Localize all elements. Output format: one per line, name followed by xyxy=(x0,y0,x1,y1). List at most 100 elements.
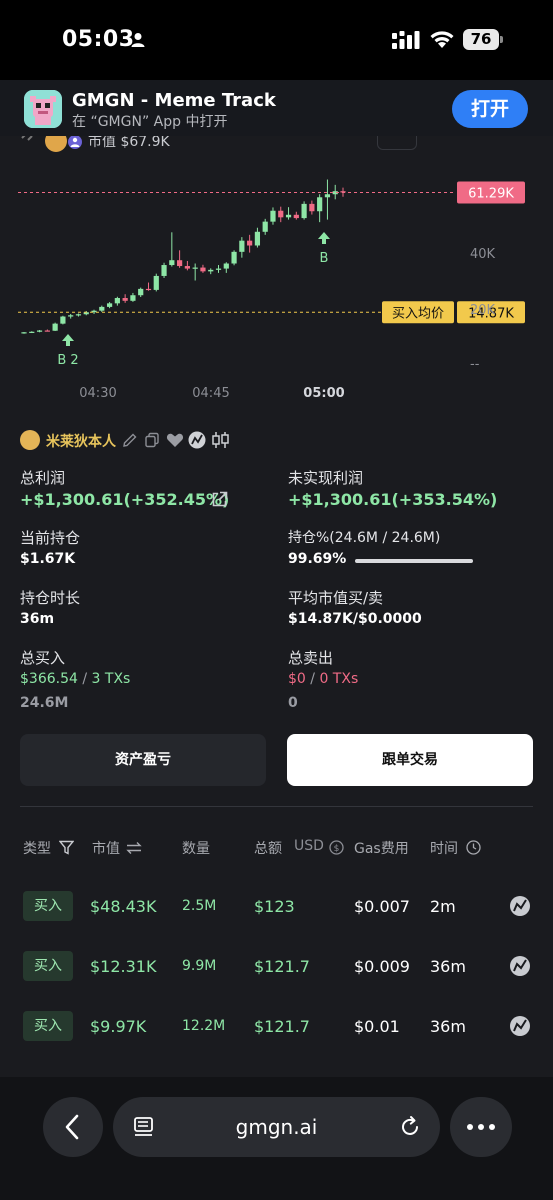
trade-type-badge: 买入 xyxy=(23,1011,73,1041)
market-cap-label: 市值 $67.9K xyxy=(88,136,170,150)
svg-text:$: $ xyxy=(334,844,340,854)
battery-nub xyxy=(500,36,503,43)
gmgn-link-icon[interactable] xyxy=(188,431,206,449)
current-holding-value: $1.67K xyxy=(20,551,76,567)
candle-body xyxy=(239,240,245,252)
total-buy-amount: $366.54 xyxy=(20,671,78,687)
avg-buy-label-text: 买入均价 xyxy=(392,306,444,321)
copy-icon[interactable] xyxy=(20,136,38,148)
total-buy-txs: 3 TXs xyxy=(91,671,131,687)
more-dots-icon xyxy=(467,1124,495,1130)
candle-body xyxy=(247,240,253,246)
total-sell-qty: 0 xyxy=(288,695,298,711)
candle-body xyxy=(122,298,128,301)
y-tick-label: 20K xyxy=(470,303,496,318)
status-time: 05:03 xyxy=(62,27,135,52)
row-gas: $0.007 xyxy=(354,897,410,916)
candle-body xyxy=(68,315,74,317)
candle-body xyxy=(278,210,284,218)
price-chart[interactable]: 61.29K买入均价 14.87K40K20K--04:30 04:45 05:00B… xyxy=(0,166,553,416)
total-buy-qty: 24.6M xyxy=(20,695,69,711)
col-header-qty: 数量 xyxy=(182,841,210,857)
row-qty: 12.2M xyxy=(182,1018,226,1034)
section-divider xyxy=(20,806,533,807)
share-icon[interactable] xyxy=(211,491,228,508)
filter-icon[interactable] xyxy=(59,840,74,855)
row-time: 36m xyxy=(430,1017,466,1036)
candle-body xyxy=(106,303,113,307)
pnl-button[interactable]: 资产盈亏 xyxy=(20,734,266,786)
candle-body xyxy=(184,266,190,269)
candle-body xyxy=(309,203,315,212)
table-row[interactable]: 买入 $9.97K 12.2M $121.7 $0.01 36m xyxy=(0,1007,553,1047)
gmgn-tx-link-icon[interactable] xyxy=(509,955,531,977)
avg-mcap-value: $14.87K/$0.0000 xyxy=(288,611,422,627)
app-banner[interactable]: GMGN - Meme Track 在 “GMGN” App 中打开 打开 xyxy=(0,80,553,136)
candle-body xyxy=(208,269,214,272)
person-icon xyxy=(131,33,145,47)
candle-body xyxy=(130,295,136,301)
clock-icon[interactable] xyxy=(466,840,481,855)
row-qty: 2.5M xyxy=(182,898,217,914)
candle-body xyxy=(75,314,82,316)
current-price-tag-text: 61.29K xyxy=(468,186,514,201)
candle-body xyxy=(324,194,331,198)
wallet-owner-row: 米莱狄本人 xyxy=(20,429,540,451)
total-buy-summary: $366.54 / 3 TXs xyxy=(20,671,130,687)
browser-toolbar: gmgn.ai xyxy=(0,1077,553,1200)
favorite-heart-icon[interactable] xyxy=(166,432,184,448)
reload-icon[interactable] xyxy=(398,1115,422,1139)
candle-body xyxy=(169,260,175,266)
total-sell-amount: $0 xyxy=(288,671,306,687)
status-bar: 05:03 76 xyxy=(0,0,553,80)
address-bar[interactable]: gmgn.ai xyxy=(113,1097,440,1157)
candle-body xyxy=(44,330,50,332)
col-header-mcap[interactable]: 市值 xyxy=(92,838,120,858)
candle-body xyxy=(60,316,66,324)
dev-icon xyxy=(68,136,82,149)
x-tick-label: 05:00 xyxy=(303,386,344,401)
candlestick-icon[interactable] xyxy=(211,431,231,449)
total-sell-summary: $0 / 0 TXs xyxy=(288,671,358,687)
candle-body xyxy=(153,275,159,290)
candle-body xyxy=(293,214,299,219)
url-text: gmgn.ai xyxy=(235,1115,318,1139)
buy-marker-arrow xyxy=(318,232,330,244)
unrealized-profit-value: +$1,300.61(+353.54%) xyxy=(288,490,498,509)
table-row[interactable]: 买入 $12.31K 9.9M $121.7 $0.009 36m xyxy=(0,947,553,987)
currency-toggle-icon[interactable]: $ xyxy=(329,840,344,855)
row-gas: $0.009 xyxy=(354,957,410,976)
x-tick-label: 04:30 xyxy=(79,386,116,401)
holding-pct-label: 持仓%(24.6M / 24.6M) xyxy=(288,530,441,546)
row-total: $121.7 xyxy=(254,957,310,976)
col-header-usd[interactable]: USD xyxy=(294,838,324,854)
holding-pct-bar xyxy=(355,559,473,563)
total-sell-separator: / xyxy=(310,671,315,687)
col-header-type: 类型 xyxy=(23,841,51,857)
banner-subtitle: 在 “GMGN” App 中打开 xyxy=(72,114,228,130)
x-tick-label: 04:45 xyxy=(192,386,229,401)
gmgn-tx-link-icon[interactable] xyxy=(509,895,531,917)
chart-toggle[interactable] xyxy=(377,136,417,150)
candle-body xyxy=(99,306,105,311)
row-time: 2m xyxy=(430,897,456,916)
open-in-app-button[interactable]: 打开 xyxy=(452,90,528,128)
gmgn-tx-link-icon[interactable] xyxy=(509,1015,531,1037)
candle-body xyxy=(285,214,292,218)
row-mcap: $9.97K xyxy=(90,1017,147,1036)
total-profit-value: +$1,300.61(+352.45%) xyxy=(20,490,230,509)
copy-trade-button[interactable]: 跟单交易 xyxy=(287,734,533,786)
candle-body xyxy=(36,330,43,332)
copy-address-icon[interactable] xyxy=(144,432,160,448)
table-row[interactable]: 买入 $48.43K 2.5M $123 $0.007 2m xyxy=(0,887,553,927)
swap-arrows-icon[interactable] xyxy=(126,842,142,854)
row-time: 36m xyxy=(430,957,466,976)
col-header-gas: Gas费用 xyxy=(354,841,409,857)
row-total: $123 xyxy=(254,897,295,916)
y-tick-label: -- xyxy=(470,357,480,372)
holding-duration-value: 36m xyxy=(20,611,55,627)
more-button[interactable] xyxy=(450,1097,512,1157)
edit-icon[interactable] xyxy=(122,432,138,448)
avg-mcap-label: 平均市值买/卖 xyxy=(288,589,384,607)
back-button[interactable] xyxy=(43,1097,103,1157)
